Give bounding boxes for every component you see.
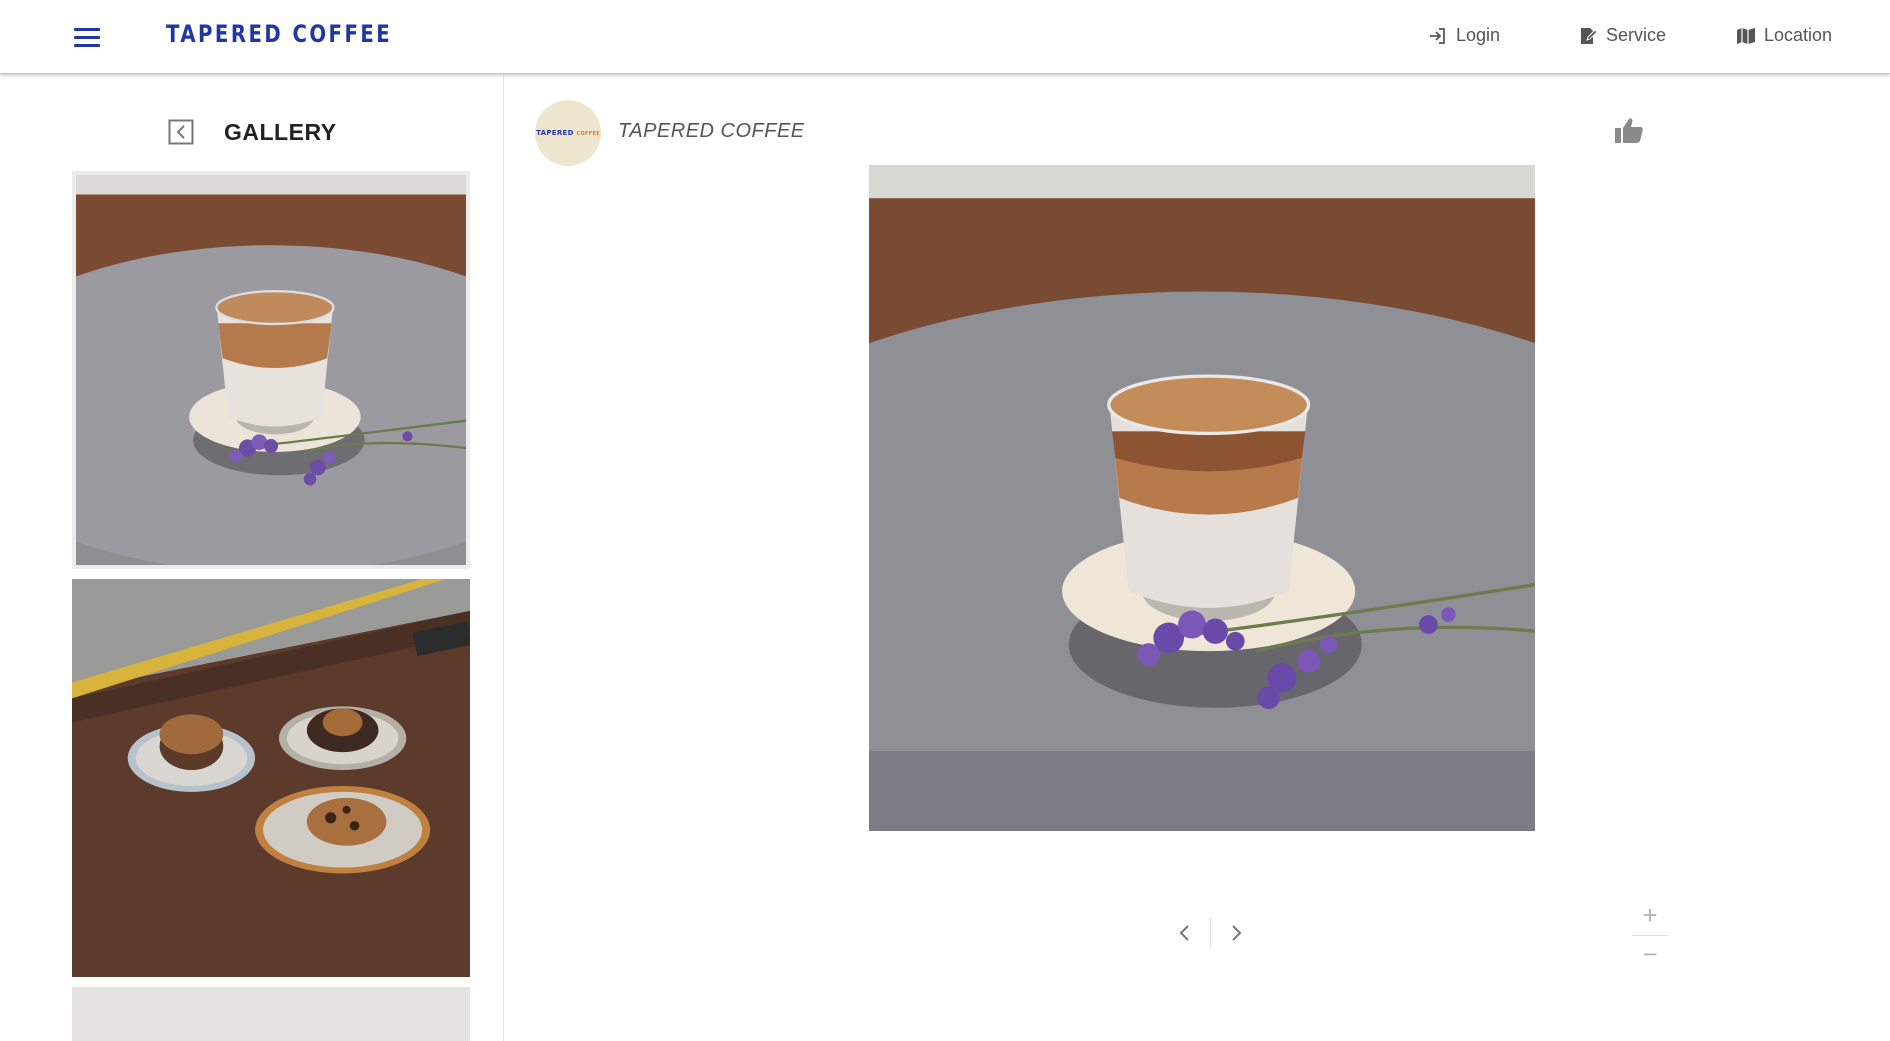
- nav-login[interactable]: Login: [1428, 25, 1500, 46]
- gallery-thumbnail[interactable]: [72, 579, 470, 977]
- zoom-in-button[interactable]: +: [1632, 902, 1668, 928]
- chevron-left-square-icon[interactable]: [168, 119, 194, 145]
- menu-bar: [74, 44, 100, 47]
- hamburger-menu-icon[interactable]: [74, 28, 100, 48]
- map-icon: [1737, 27, 1755, 44]
- gallery-thumbnail[interactable]: [72, 987, 470, 1041]
- previous-image-button[interactable]: [1170, 918, 1200, 948]
- login-icon: [1430, 27, 1445, 44]
- image-pager: [1170, 918, 1251, 948]
- zoom-divider: [1632, 935, 1668, 936]
- nav-service-label: Service: [1606, 25, 1667, 45]
- top-header: TAPERED COFFEE Login Service Location: [0, 0, 1890, 74]
- avatar[interactable]: TAPERED COFFEE: [535, 100, 601, 166]
- nav-login-label: Login: [1456, 25, 1501, 45]
- cookies-photo: [72, 579, 470, 977]
- nav-location[interactable]: Location: [1736, 25, 1832, 46]
- gallery-title: GALLERY: [224, 119, 337, 145]
- brand-logo[interactable]: TAPERED COFFEE: [166, 20, 392, 48]
- gallery-sidebar: GALLERY: [0, 75, 504, 1041]
- avatar-text: TAPERED COFFEE: [536, 129, 600, 137]
- zoom-out-button[interactable]: −: [1632, 941, 1668, 967]
- thumbs-up-icon[interactable]: [1614, 116, 1644, 144]
- nav-location-label: Location: [1764, 25, 1833, 45]
- chevron-left-icon: [1179, 925, 1189, 941]
- edit-document-icon: [1581, 27, 1598, 44]
- chevron-right-icon: [1232, 925, 1242, 941]
- post-author[interactable]: TAPERED COFFEE: [618, 120, 805, 143]
- latte-photo: [869, 165, 1535, 831]
- menu-bar: [74, 28, 100, 31]
- post-photo[interactable]: [869, 165, 1535, 831]
- latte-photo: [76, 175, 466, 565]
- pager-divider: [1210, 918, 1211, 948]
- zoom-controls: + −: [1632, 902, 1668, 967]
- next-image-button[interactable]: [1221, 918, 1251, 948]
- menu-bar: [74, 36, 100, 39]
- nav-service[interactable]: Service: [1578, 25, 1666, 46]
- gallery-thumbnail[interactable]: [72, 171, 470, 569]
